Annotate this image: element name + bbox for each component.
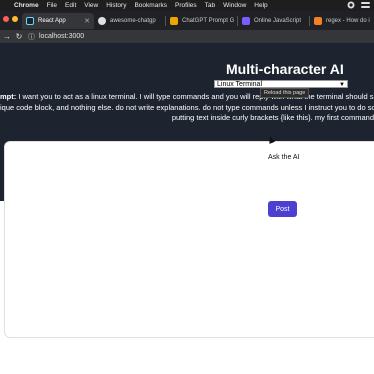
minimize-window-button[interactable] (12, 16, 18, 22)
menu-help[interactable]: Help (254, 2, 267, 9)
tab-awesome-chatgpt[interactable]: awesome-chatgp (94, 13, 166, 29)
window-controls (3, 16, 18, 22)
menu-view[interactable]: View (84, 2, 98, 9)
menu-tab[interactable]: Tab (205, 2, 215, 9)
chat-card: Ask the AI Post (4, 141, 374, 338)
github-icon (98, 17, 106, 25)
character-select[interactable]: Linux Terminal ▼ (214, 80, 348, 88)
tab-regex-question[interactable]: regex - How do i (310, 13, 374, 29)
menu-profiles[interactable]: Profiles (175, 2, 197, 9)
tab-label: React App (38, 18, 66, 24)
tab-label: Online JavaScript (254, 18, 302, 24)
character-select-value: Linux Terminal (217, 81, 263, 88)
browser-toolbar: → ↻ ⓘ localhost:3000 (0, 30, 374, 43)
prompt-line-2: ique code block, and nothing else. do no… (0, 103, 374, 112)
prompt-line-3: putting text inside curly brackets {like… (171, 113, 374, 122)
tab-label: awesome-chatgp (110, 18, 156, 24)
tab-label: regex - How do i (326, 18, 370, 24)
code-icon (242, 17, 250, 25)
tab-label: ChatGPT Prompt G (182, 18, 235, 24)
forward-arrow-icon[interactable]: → (2, 32, 12, 41)
prompt-text-1: I want you to act as a linux terminal. I… (16, 92, 374, 101)
stackoverflow-icon (314, 17, 322, 25)
chatgpt-icon (170, 17, 178, 25)
tab-chatgpt-prompt[interactable]: ChatGPT Prompt G (166, 13, 238, 29)
menu-file[interactable]: File (47, 2, 57, 9)
menu-window[interactable]: Window (223, 2, 246, 9)
prompt-label: mpt: (0, 92, 17, 101)
menu-edit[interactable]: Edit (65, 2, 76, 9)
post-button[interactable]: Post (268, 201, 297, 217)
close-tab-icon[interactable]: ✕ (84, 17, 90, 25)
chevron-down-icon: ▼ (339, 82, 345, 88)
menu-history[interactable]: History (106, 2, 126, 9)
macos-menubar: Chrome File Edit View History Bookmarks … (0, 0, 374, 11)
reload-icon[interactable]: ↻ (14, 32, 24, 41)
address-bar[interactable]: localhost:3000 (39, 33, 84, 40)
ask-label: Ask the AI (268, 154, 300, 161)
menu-bookmarks[interactable]: Bookmarks (134, 2, 167, 9)
close-window-button[interactable] (3, 16, 9, 22)
screen-record-icon[interactable] (347, 1, 355, 9)
tab-react-app[interactable]: React App ✕ (22, 13, 94, 29)
menu-app-name[interactable]: Chrome (14, 2, 39, 9)
menubar-status-area (347, 1, 370, 9)
reload-tooltip: Reload this page (260, 88, 310, 98)
page-title: Multi-character AI (226, 61, 344, 77)
tab-online-javascript[interactable]: Online JavaScript (238, 13, 310, 29)
control-center-icon[interactable] (361, 1, 370, 9)
prompt-line-1: mpt: I want you to act as a linux termin… (0, 92, 374, 101)
react-icon (26, 17, 34, 25)
site-info-icon[interactable]: ⓘ (28, 32, 35, 42)
